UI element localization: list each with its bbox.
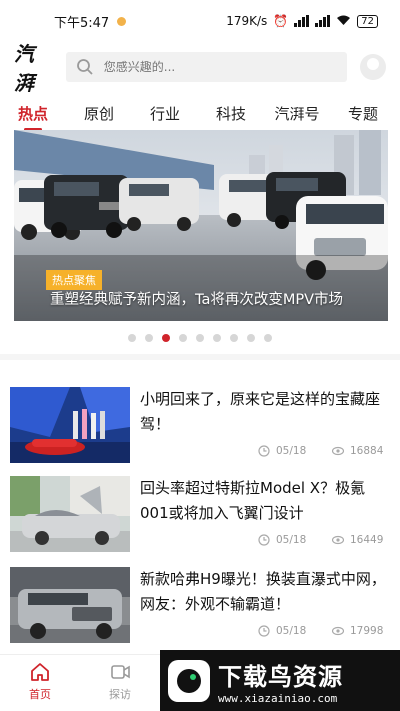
net-speed: 179K/s [226,14,268,28]
signal-icon [294,15,310,27]
eye-icon [332,626,344,636]
carousel-dot[interactable] [230,334,238,342]
watermark-title: 下载鸟资源 [218,662,343,691]
app-logo: 汽湃 [14,42,34,95]
notification-dot-icon [117,16,127,26]
news-thumbnail [10,567,130,643]
tab-original[interactable]: 原创 [66,103,132,124]
wifi-icon [336,14,351,29]
nav-home-label: 首页 [29,688,51,701]
header: 汽湃 [0,42,400,95]
clock-icon [258,625,270,637]
status-bar: 下午5:47 179K/s ⏰ 72 [0,0,400,42]
news-date-text: 05/18 [276,445,307,457]
news-views-text: 16449 [350,534,384,546]
news-title: 新款哈弗H9曝光！换装直瀑式中网，网友：外观不输霸道！ [140,570,386,613]
tab-special[interactable]: 专题 [330,103,396,124]
carousel-dot[interactable] [179,334,187,342]
clock-icon [258,534,270,546]
signal-2-icon [315,15,331,27]
news-date-text: 05/18 [276,534,307,546]
clock-icon [258,445,270,457]
news-item[interactable]: 小明回来了，原来它是这样的宝藏座驾！ 05/18 16884 [0,387,400,473]
nav-explore[interactable]: 探访 [90,661,150,702]
carousel-dot[interactable] [247,334,255,342]
home-icon [31,663,49,681]
avatar[interactable] [360,54,386,80]
carousel-dot[interactable] [128,334,136,342]
news-views: 16884 [332,445,383,457]
news-views-text: 16884 [350,445,384,457]
battery-icon: 72 [357,14,378,28]
video-icon [111,665,130,679]
search-icon [76,59,93,75]
news-views: 16449 [332,534,383,546]
tab-qipai-account[interactable]: 汽湃号 [264,103,330,124]
nav-explore-label: 探访 [109,688,131,701]
watermark: 下载鸟资源 www.xiazainiao.com [160,650,400,711]
category-tabs: 热点 原创 行业 科技 汽湃号 专题 [0,96,400,130]
search-input[interactable] [103,60,324,74]
banner-tag: 热点聚焦 [46,270,102,290]
news-thumbnail [10,476,130,552]
news-views-text: 17998 [350,625,384,637]
alarm-icon: ⏰ [273,14,289,28]
tab-hot[interactable]: 热点 [0,103,66,124]
nav-home[interactable]: 首页 [10,661,70,702]
eye-icon [332,535,344,545]
news-item[interactable]: 回头率超过特斯拉Model X？极氪001或将加入飞翼门设计 05/18 164… [0,476,400,562]
news-date: 05/18 [258,625,306,637]
carousel-dot[interactable] [264,334,272,342]
banner-title: 重塑经典赋予新内涵，Ta将再次改变MPV市场 [50,292,344,308]
news-item[interactable]: 新款哈弗H9曝光！换装直瀑式中网，网友：外观不输霸道！ 05/18 17998 [0,567,400,653]
news-date: 05/18 [258,534,306,546]
status-time: 下午5:47 [54,15,110,31]
tab-tech[interactable]: 科技 [198,103,264,124]
eye-icon [332,446,344,456]
news-thumbnail [10,387,130,463]
section-divider [0,354,400,360]
news-views: 17998 [332,625,383,637]
carousel-indicator [0,334,400,342]
carousel-dot[interactable] [145,334,153,342]
carousel-dot[interactable] [196,334,204,342]
news-date: 05/18 [258,445,306,457]
news-title: 小明回来了，原来它是这样的宝藏座驾！ [140,390,381,433]
search-bar[interactable] [65,52,348,82]
watermark-url: www.xiazainiao.com [218,691,338,705]
banner-carousel[interactable]: 热点聚焦 重塑经典赋予新内涵，Ta将再次改变MPV市场 [14,130,388,321]
watermark-logo-icon [168,659,210,702]
carousel-dot-active[interactable] [162,334,170,342]
carousel-dot[interactable] [213,334,221,342]
tab-industry[interactable]: 行业 [132,103,198,124]
news-date-text: 05/18 [276,625,307,637]
news-title: 回头率超过特斯拉Model X？极氪001或将加入飞翼门设计 [140,479,366,522]
